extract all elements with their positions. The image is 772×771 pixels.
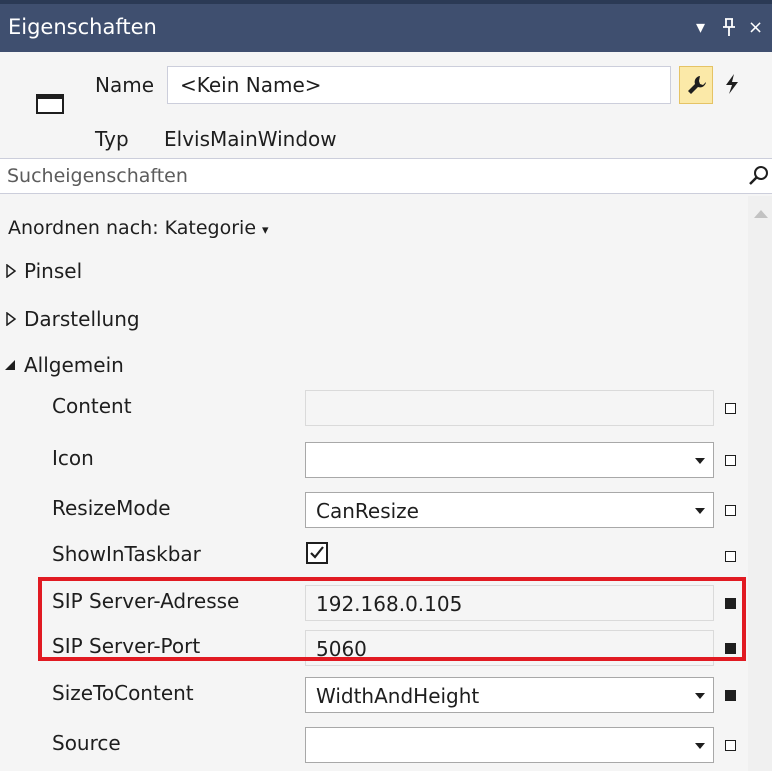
vertical-scrollbar[interactable] <box>748 196 772 771</box>
chevron-down-icon <box>695 693 705 699</box>
chevron-down-icon <box>695 508 705 514</box>
scroll-up-arrow-icon[interactable] <box>754 210 768 218</box>
window-icon <box>36 94 64 114</box>
category-label: Pinsel <box>24 259 83 283</box>
sizetocontent-combobox[interactable]: WidthAndHeight <box>305 677 714 713</box>
property-row-source: Source <box>0 722 748 768</box>
properties-view-button[interactable] <box>679 66 713 104</box>
events-view-button[interactable] <box>716 66 750 104</box>
type-value: ElvisMainWindow <box>164 127 337 151</box>
checkmark-icon <box>310 546 324 559</box>
category-label: Darstellung <box>24 307 140 331</box>
source-combobox[interactable] <box>305 727 714 763</box>
collapse-arrow-icon <box>5 360 15 370</box>
search-box[interactable]: Sucheigenschaften <box>0 158 772 194</box>
property-name: SizeToContent <box>52 681 194 705</box>
property-name: Icon <box>52 446 94 470</box>
property-row-icon: Icon <box>0 437 748 483</box>
highlight-annotation <box>38 577 746 661</box>
property-row-content: Content <box>0 385 748 431</box>
category-darstellung[interactable]: Darstellung <box>6 307 140 331</box>
dropdown-icon[interactable]: ▾ <box>696 17 705 38</box>
arrange-by-label: Anordnen nach: Kategorie <box>8 217 257 239</box>
property-name: Source <box>52 731 121 755</box>
content-field[interactable] <box>305 390 714 426</box>
lightning-icon <box>726 74 738 94</box>
showintaskbar-checkbox[interactable] <box>306 542 328 564</box>
expand-arrow-icon <box>6 264 16 278</box>
type-label: Typ <box>95 127 129 151</box>
chevron-down-icon <box>695 458 705 464</box>
resizemode-combobox[interactable]: CanResize <box>305 492 714 528</box>
property-row-showintaskbar: ShowInTaskbar <box>0 533 748 579</box>
expand-arrow-icon <box>6 312 16 326</box>
search-placeholder: Sucheigenschaften <box>7 165 188 187</box>
properties-panel: Eigenschaften ▾ × Name <Kein Name> Typ E… <box>0 0 772 771</box>
property-marker-local[interactable] <box>725 690 736 701</box>
property-marker[interactable] <box>725 455 736 466</box>
panel-titlebar: Eigenschaften ▾ × <box>0 0 772 52</box>
search-icon[interactable] <box>748 165 770 187</box>
close-icon[interactable]: × <box>748 17 763 38</box>
property-marker[interactable] <box>725 505 736 516</box>
property-marker[interactable] <box>725 551 736 562</box>
chevron-down-icon <box>695 743 705 749</box>
arrange-by-dropdown[interactable]: Anordnen nach: Kategorie ▾ <box>8 217 269 239</box>
property-row-sizetocontent: SizeToContent WidthAndHeight <box>0 672 748 718</box>
property-name: ResizeMode <box>52 496 171 520</box>
category-pinsel[interactable]: Pinsel <box>6 259 83 283</box>
property-marker[interactable] <box>725 403 736 414</box>
category-label: Allgemein <box>24 353 124 377</box>
wrench-icon <box>688 76 706 94</box>
pin-icon[interactable] <box>722 17 736 42</box>
property-marker[interactable] <box>725 740 736 751</box>
property-name: Content <box>52 394 132 418</box>
category-allgemein[interactable]: Allgemein <box>5 353 124 377</box>
panel-title: Eigenschaften <box>8 15 157 39</box>
icon-combobox[interactable] <box>305 442 714 478</box>
arrange-caret-icon: ▾ <box>262 223 269 238</box>
name-label: Name <box>95 73 155 97</box>
property-row-resizemode: ResizeMode CanResize <box>0 487 748 533</box>
name-input[interactable]: <Kein Name> <box>167 66 671 104</box>
property-name: ShowInTaskbar <box>52 542 201 566</box>
